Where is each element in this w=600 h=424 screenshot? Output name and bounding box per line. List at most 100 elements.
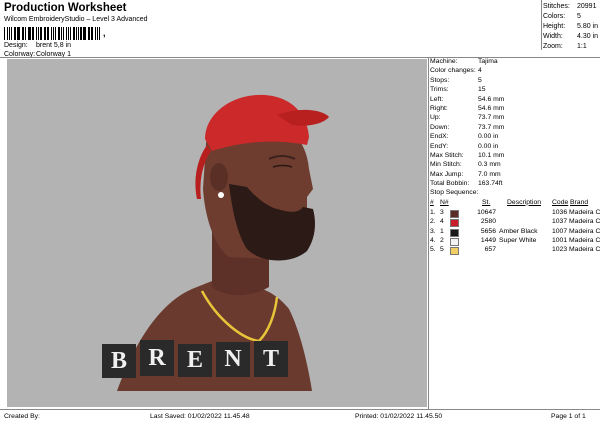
letter-block: B xyxy=(102,344,136,378)
detail-row: EndY: 0.00 in xyxy=(430,143,600,152)
barcode-bar xyxy=(57,27,60,40)
detail-label: Up: xyxy=(430,114,441,122)
detail-label: Right: xyxy=(430,104,448,112)
stop-number: 5. xyxy=(430,246,436,254)
thread-brand: Madeira Classic 40 xyxy=(569,237,600,245)
ear-shape xyxy=(210,163,228,191)
detail-label: Machine: xyxy=(430,58,458,65)
detail-row: Total Bobbin: 163.74ft xyxy=(430,180,600,189)
footer: Created By: Last Saved: 01/02/2022 11.45… xyxy=(0,410,600,424)
barcode-bar xyxy=(18,27,20,40)
barcode-bar xyxy=(77,27,79,40)
detail-row: Max Jump: 7.0 mm xyxy=(430,171,600,180)
barcode-bar xyxy=(38,27,40,40)
detail-value: 0.00 in xyxy=(478,142,499,150)
summary-label: Stitches: xyxy=(543,3,570,10)
summary-value: 1:1 xyxy=(577,43,587,50)
barcode-bar xyxy=(55,27,56,40)
detail-label: EndX: xyxy=(430,133,449,141)
barcode-bar xyxy=(23,27,25,40)
sequence-row: 5. 5 657 1023Madeira Classic 40 xyxy=(430,246,600,256)
barcode-bar xyxy=(48,27,49,40)
barcode-bar xyxy=(6,27,9,40)
detail-row: Up: 73.7 mm xyxy=(430,114,600,123)
detail-label: Trims: xyxy=(430,86,449,94)
design-label: Design: xyxy=(4,42,28,49)
barcode-bar xyxy=(72,27,75,40)
thread-brand: Madeira Classic 40 xyxy=(569,218,600,226)
barcode-bar xyxy=(87,27,89,40)
sequence-row: 2. 4 2580 1037Madeira Classic 40 xyxy=(430,218,600,228)
panel-divider xyxy=(428,58,429,409)
needle-number: 1 xyxy=(440,227,444,235)
barcode-bar xyxy=(46,27,48,40)
sequence-row: 1. 3 10647 1036Madeira Classic 40 xyxy=(430,209,600,218)
barcode-bar xyxy=(44,27,46,40)
summary-row: Height: 5.80 in xyxy=(543,23,600,33)
barcode-bar xyxy=(99,27,101,40)
barcode xyxy=(4,27,102,40)
needle-number: 3 xyxy=(440,208,444,216)
created-by: Created By: xyxy=(4,413,40,420)
barcode-bar xyxy=(33,27,34,40)
detail-value: 163.74ft xyxy=(478,180,503,188)
detail-row: Max Stitch: 10.1 mm xyxy=(430,152,600,161)
summary-row: Colors: 5 xyxy=(543,13,600,23)
barcode-bar xyxy=(9,27,10,40)
column-header-code: Code xyxy=(552,198,569,206)
detail-value: Tajima xyxy=(478,58,498,65)
detail-row: Right: 54.6 mm xyxy=(430,105,600,114)
detail-value: 15 xyxy=(478,86,486,94)
detail-row: Down: 73.7 mm xyxy=(430,124,600,133)
needle-number: 5 xyxy=(440,246,444,254)
column-header-stitches: St. xyxy=(482,198,491,206)
detail-value: 4 xyxy=(478,67,482,75)
barcode-suffix: , xyxy=(103,28,106,38)
stitch-count: 2580 xyxy=(480,218,496,226)
barcode-bar xyxy=(63,27,64,40)
detail-value: 73.7 mm xyxy=(478,123,505,131)
summary-value: 20991 xyxy=(577,3,597,10)
detail-row: EndX: 0.00 in xyxy=(430,133,600,142)
barcode-bar xyxy=(67,27,70,40)
stitch-count: 10647 xyxy=(477,208,496,216)
sequence-row: 4. 2 1449Super White 1001Madeira Classic 40 xyxy=(430,237,600,247)
needle-number: 2 xyxy=(440,237,444,245)
barcode-bar xyxy=(16,27,18,40)
column-header-description: Description xyxy=(507,198,541,206)
detail-row: Left: 54.6 mm xyxy=(430,96,600,105)
detail-row: Machine: Tajima xyxy=(430,58,600,67)
barcode-bar xyxy=(80,27,82,40)
stop-sequence-title: Stop Sequence: xyxy=(430,189,600,198)
summary-value: 5 xyxy=(577,13,581,20)
thread-description: Amber Black xyxy=(499,227,538,235)
barcode-bar xyxy=(40,27,43,40)
detail-value: 54.6 mm xyxy=(478,95,505,103)
thread-brand: Madeira Classic 40 xyxy=(569,208,600,216)
summary-panel: Stitches: 20991 Colors: 5 Height: 5.80 in W… xyxy=(543,3,600,53)
printed-date: Printed: 01/02/2022 11.45.50 xyxy=(355,413,443,420)
summary-label: Zoom: xyxy=(543,43,563,50)
stop-number: 2. xyxy=(430,218,436,226)
summary-divider xyxy=(541,0,542,50)
barcode-bar xyxy=(28,27,31,40)
stop-number: 4. xyxy=(430,237,436,245)
summary-label: Height: xyxy=(543,23,566,30)
earring xyxy=(218,192,224,198)
stitch-count: 657 xyxy=(484,246,496,254)
thread-code: 1037 xyxy=(552,218,568,226)
detail-label: Total Bobbin: xyxy=(430,180,470,188)
detail-label: Min Stitch: xyxy=(430,161,462,169)
barcode-bar xyxy=(96,27,99,40)
letter-block: N xyxy=(216,342,250,377)
detail-row: Color changes: 4 xyxy=(430,67,600,76)
letter-block: R xyxy=(140,340,174,376)
thread-code: 1007 xyxy=(552,227,568,235)
barcode-bar xyxy=(53,27,55,40)
thread-description: Super White xyxy=(499,237,537,245)
detail-row: Trims: 15 xyxy=(430,86,600,95)
sequence-header: # N# St. Description Code Brand xyxy=(430,199,600,209)
detail-value: 7.0 mm xyxy=(478,170,501,178)
barcode-bar xyxy=(10,27,12,40)
page-title: Production Worksheet xyxy=(4,2,127,14)
